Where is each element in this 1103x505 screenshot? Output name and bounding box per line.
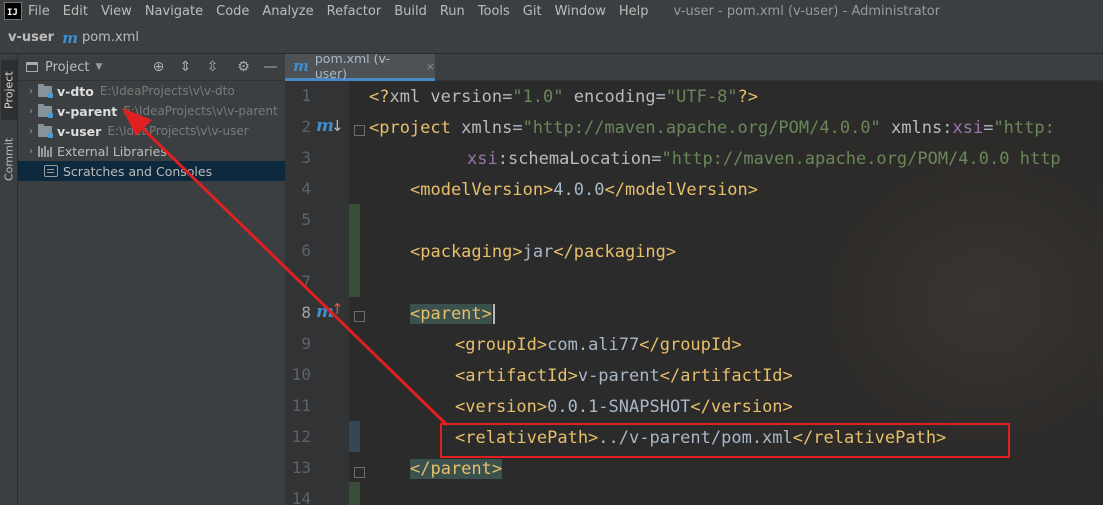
expand-all-icon[interactable]: ⇕ <box>177 58 194 75</box>
line-number: 10 <box>291 365 311 384</box>
annotation-highlight-box <box>440 423 1010 458</box>
breadcrumb-project[interactable]: v-user <box>8 30 54 45</box>
project-view-selector[interactable]: Project <box>45 60 89 75</box>
libraries-icon <box>38 145 52 157</box>
target-icon[interactable]: ⊕ <box>150 58 167 75</box>
menu-run[interactable]: Run <box>440 4 465 19</box>
menu-help[interactable]: Help <box>619 4 649 19</box>
arrow-up-icon[interactable]: ↑ <box>331 300 344 318</box>
code-line-2[interactable]: <project xmlns="http://maven.apache.org/… <box>369 113 1055 144</box>
vcs-modified-marker[interactable] <box>349 421 360 452</box>
project-tool-tab-label: Project <box>2 71 16 109</box>
tree-item-path: E:\IdeaProjects\v\v-dto <box>99 84 235 98</box>
chevron-down-icon[interactable]: ▼ <box>95 62 102 72</box>
tree-item-name: v-parent <box>57 103 118 119</box>
line-number: 12 <box>291 427 311 446</box>
fold-icon[interactable] <box>354 125 365 136</box>
project-tool-tab[interactable]: Project <box>1 60 17 120</box>
code-line-9[interactable]: <groupId>com.ali77</groupId> <box>455 330 742 361</box>
tab-pom-xml[interactable]: m pom.xml (v-user) × <box>285 54 435 81</box>
breadcrumb-file[interactable]: pom.xml <box>82 30 139 45</box>
code-line-1[interactable]: <?xml version="1.0" encoding="UTF-8"?> <box>369 82 758 113</box>
vcs-added-marker[interactable] <box>349 482 360 505</box>
commit-tool-tab[interactable]: Commit <box>1 126 17 192</box>
tree-item-v-dto[interactable]: › v-dto E:\IdeaProjects\v\v-dto <box>18 81 285 101</box>
minimize-icon[interactable]: — <box>262 58 279 75</box>
line-number: 1 <box>301 86 311 105</box>
tree-item-name: Scratches and Consoles <box>63 163 213 179</box>
line-number: 9 <box>301 334 311 353</box>
tree-item-path: E:\IdeaProjects\v\v-user <box>107 124 249 138</box>
module-folder-icon <box>38 123 53 138</box>
tree-item-name: External Libraries <box>57 143 167 159</box>
tree-item-path: E:\IdeaProjects\v\v-parent <box>123 104 278 118</box>
module-folder-icon <box>38 103 53 118</box>
line-number: 4 <box>301 179 311 198</box>
chevron-right-icon[interactable]: › <box>24 126 38 137</box>
project-tree: › v-dto E:\IdeaProjects\v\v-dto › v-pare… <box>18 81 285 181</box>
line-number: 14 <box>291 489 311 505</box>
menu-view[interactable]: View <box>101 4 132 19</box>
menu-refactor[interactable]: Refactor <box>327 4 382 19</box>
close-icon[interactable]: × <box>426 60 435 73</box>
commit-tool-tab-label: Commit <box>2 137 16 181</box>
gear-icon[interactable]: ⚙ <box>235 58 252 75</box>
breadcrumb: v-user m pom.xml <box>0 22 1103 54</box>
menu-git[interactable]: Git <box>523 4 542 19</box>
tree-item-scratches[interactable]: Scratches and Consoles <box>18 161 285 181</box>
chevron-right-icon[interactable]: › <box>24 86 38 97</box>
fold-icon[interactable] <box>354 311 365 322</box>
scratches-icon <box>44 165 58 177</box>
menu-build[interactable]: Build <box>394 4 427 19</box>
tree-item-v-user[interactable]: › v-user E:\IdeaProjects\v\v-user <box>18 121 285 141</box>
line-number: 8 <box>301 303 311 322</box>
collapse-all-icon[interactable]: ⇳ <box>204 58 221 75</box>
module-folder-icon <box>38 83 53 98</box>
project-view-icon <box>26 62 38 72</box>
maven-file-icon: m <box>62 28 78 47</box>
line-number: 11 <box>291 396 311 415</box>
menu-edit[interactable]: Edit <box>63 4 88 19</box>
fold-icon[interactable] <box>354 467 365 478</box>
tree-item-external-libraries[interactable]: › External Libraries <box>18 141 285 161</box>
tree-item-name: v-dto <box>57 83 94 99</box>
project-panel-header: Project ▼ ⊕ ⇕ ⇳ ⚙ — <box>18 54 285 81</box>
menu-navigate[interactable]: Navigate <box>145 4 203 19</box>
line-number: 5 <box>301 210 311 229</box>
code-line-10[interactable]: <artifactId>v-parent</artifactId> <box>455 361 793 392</box>
line-number: 6 <box>301 241 311 260</box>
code-line-13[interactable]: </parent> <box>410 454 503 485</box>
menu-bar: IJ File Edit View Navigate Code Analyze … <box>0 0 1103 22</box>
window-title: v-user - pom.xml (v-user) - Administrato… <box>673 3 941 19</box>
intellij-logo-icon: IJ <box>4 2 22 20</box>
text-caret <box>492 304 495 324</box>
project-panel: Project ▼ ⊕ ⇕ ⇳ ⚙ — › v-dto E:\IdeaProje… <box>18 54 285 505</box>
menu-window[interactable]: Window <box>555 4 606 19</box>
menu-analyze[interactable]: Analyze <box>262 4 313 19</box>
menu-tools[interactable]: Tools <box>478 4 510 19</box>
tab-label: pom.xml (v-user) <box>314 54 391 81</box>
line-number: 2 <box>301 117 311 136</box>
code-line-8[interactable]: <parent> <box>410 299 495 330</box>
chevron-right-icon[interactable]: › <box>24 106 38 117</box>
arrow-down-icon[interactable]: ↓ <box>331 117 344 135</box>
tree-item-name: v-user <box>57 123 102 139</box>
code-line-6[interactable]: <packaging>jar</packaging> <box>410 237 676 268</box>
chevron-right-icon[interactable]: › <box>24 146 38 157</box>
tree-item-v-parent[interactable]: › v-parent E:\IdeaProjects\v\v-parent <box>18 101 285 121</box>
maven-file-icon: m <box>293 57 309 75</box>
vcs-added-marker[interactable] <box>349 204 360 297</box>
menu-code[interactable]: Code <box>216 4 249 19</box>
line-number: 13 <box>291 458 311 477</box>
code-line-4[interactable]: <modelVersion>4.0.0</modelVersion> <box>410 175 758 206</box>
code-line-3[interactable]: xsi:schemaLocation="http://maven.apache.… <box>467 144 1061 175</box>
tool-window-strip: Project Commit <box>0 54 18 505</box>
line-number: 3 <box>301 148 311 167</box>
editor-tab-bar: m pom.xml (v-user) × <box>285 54 1103 81</box>
menu-file[interactable]: File <box>28 4 50 19</box>
code-line-11[interactable]: <version>0.0.1-SNAPSHOT</version> <box>455 392 793 423</box>
line-number: 7 <box>301 272 311 291</box>
